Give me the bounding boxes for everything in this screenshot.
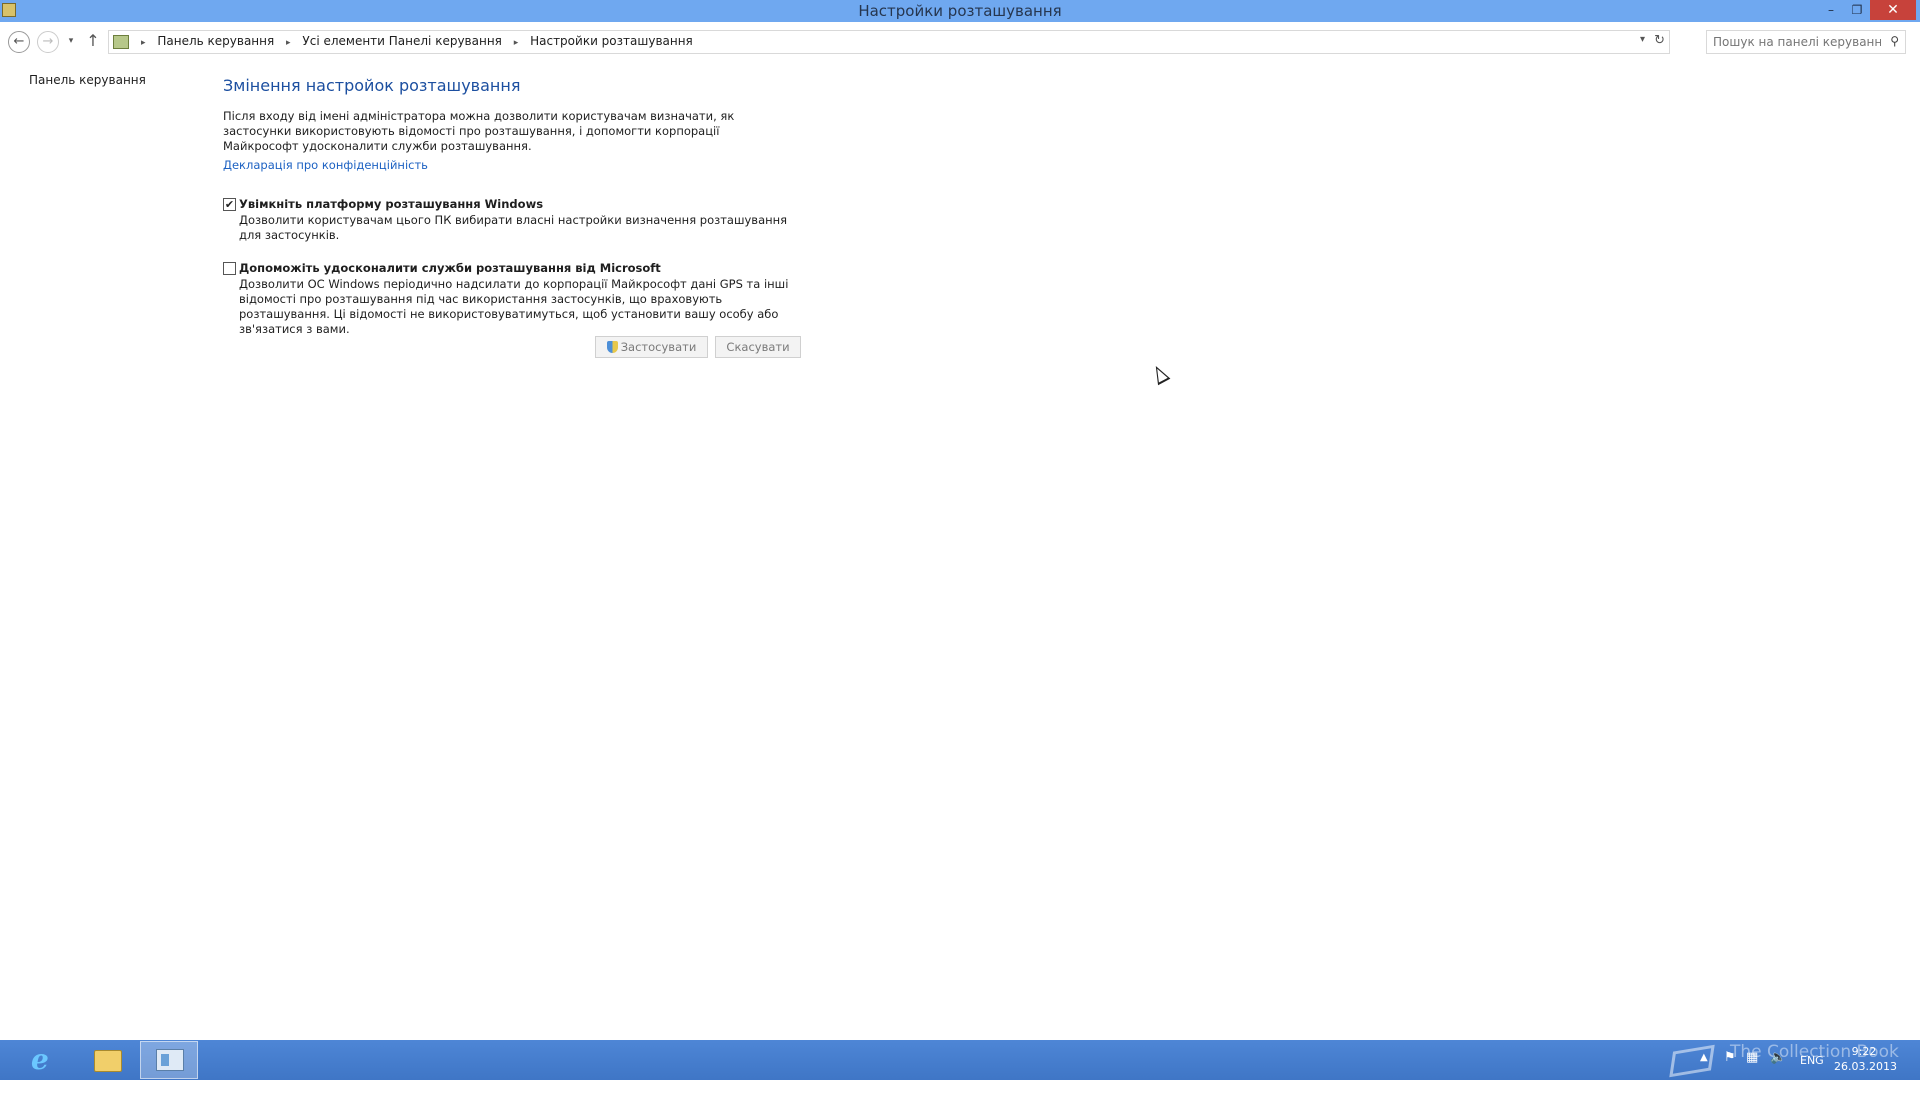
location-platform-description: Дозволити користувачам цього ПК вибирати…	[239, 213, 788, 242]
breadcrumb-separator-icon[interactable]: ▸	[141, 38, 146, 48]
mouse-cursor-icon	[1149, 362, 1171, 386]
close-button[interactable]: ✕	[1870, 0, 1916, 20]
navigation-bar: ← → ▾ ↑ ▸ Панель керування ▸ Усі елемент…	[0, 22, 1920, 60]
clock[interactable]: 9:22 26.03.2013	[1834, 1044, 1897, 1074]
breadcrumb-control-panel[interactable]: Панель керування	[157, 34, 274, 48]
control-panel-icon	[113, 35, 129, 49]
improve-location-label[interactable]: Допоможіть удосконалити служби розташува…	[239, 261, 803, 275]
page-description: Після входу від імені адміністратора мож…	[223, 109, 735, 153]
improve-location-checkbox[interactable]	[223, 262, 236, 275]
language-indicator[interactable]: ENG	[1800, 1054, 1824, 1094]
improve-location-description: Дозволити ОС Windows періодично надсилат…	[239, 277, 789, 336]
ie-icon: e	[31, 1043, 49, 1076]
privacy-statement-link[interactable]: Декларація про конфіденційність	[223, 158, 428, 172]
taskbar-internet-explorer[interactable]: e	[17, 1041, 75, 1079]
address-bar[interactable]: ▸ Панель керування ▸ Усі елементи Панелі…	[108, 30, 1670, 54]
restore-button[interactable]: ❐	[1844, 0, 1870, 20]
show-hidden-icons-chevron-icon[interactable]: ▲	[1700, 1052, 1708, 1092]
apply-button-label: Застосувати	[620, 340, 697, 354]
main-content: Змінення настройок розташування Після вх…	[223, 76, 803, 337]
clock-date: 26.03.2013	[1834, 1060, 1897, 1073]
breadcrumb-separator-icon[interactable]: ▸	[286, 38, 291, 48]
sidebar-control-panel-link[interactable]: Панель керування	[29, 73, 146, 87]
breadcrumb: ▸ Панель керування ▸ Усі елементи Панелі…	[133, 34, 693, 48]
up-button[interactable]: ↑	[84, 31, 102, 53]
action-center-flag-icon[interactable]: ⚑	[1724, 1050, 1736, 1090]
search-input[interactable]	[1713, 34, 1881, 50]
folder-icon	[94, 1050, 122, 1072]
location-platform-checkbox[interactable]: ✔	[223, 198, 236, 211]
network-icon[interactable]: ▦	[1746, 1050, 1758, 1090]
breadcrumb-separator-icon[interactable]: ▸	[514, 38, 519, 48]
improve-location-option: Допоможіть удосконалити служби розташува…	[223, 261, 803, 337]
recent-locations-button[interactable]: ▾	[64, 31, 78, 53]
taskbar-control-panel[interactable]	[140, 1041, 198, 1079]
uac-shield-icon	[606, 341, 618, 353]
forward-button[interactable]: →	[37, 31, 59, 53]
window-title: Настройки розташування	[858, 2, 1062, 20]
clock-time: 9:22	[1851, 1045, 1877, 1058]
title-bar: Настройки розташування – ❐ ✕	[0, 0, 1920, 22]
breadcrumb-location-settings[interactable]: Настройки розташування	[530, 34, 693, 48]
location-platform-label[interactable]: Увімкніть платформу розташування Windows	[239, 197, 803, 211]
address-dropdown-icon[interactable]: ▾	[1640, 34, 1645, 45]
apply-button[interactable]: Застосувати	[595, 336, 708, 358]
taskbar: e	[0, 1040, 1920, 1080]
cancel-button[interactable]: Скасувати	[715, 336, 801, 358]
breadcrumb-all-items[interactable]: Усі елементи Панелі керування	[302, 34, 502, 48]
location-platform-option: ✔ Увімкніть платформу розташування Windo…	[223, 197, 803, 243]
minimize-button[interactable]: –	[1818, 0, 1844, 20]
taskbar-file-explorer[interactable]	[78, 1041, 136, 1079]
search-icon[interactable]: ⚲	[1890, 34, 1899, 48]
control-panel-icon	[156, 1049, 184, 1071]
speaker-icon[interactable]: 🔈	[1770, 1050, 1786, 1090]
refresh-icon[interactable]: ↻	[1654, 33, 1665, 48]
search-box[interactable]: ⚲	[1706, 30, 1906, 54]
page-title: Змінення настройок розташування	[223, 76, 521, 95]
back-button[interactable]: ←	[8, 31, 30, 53]
